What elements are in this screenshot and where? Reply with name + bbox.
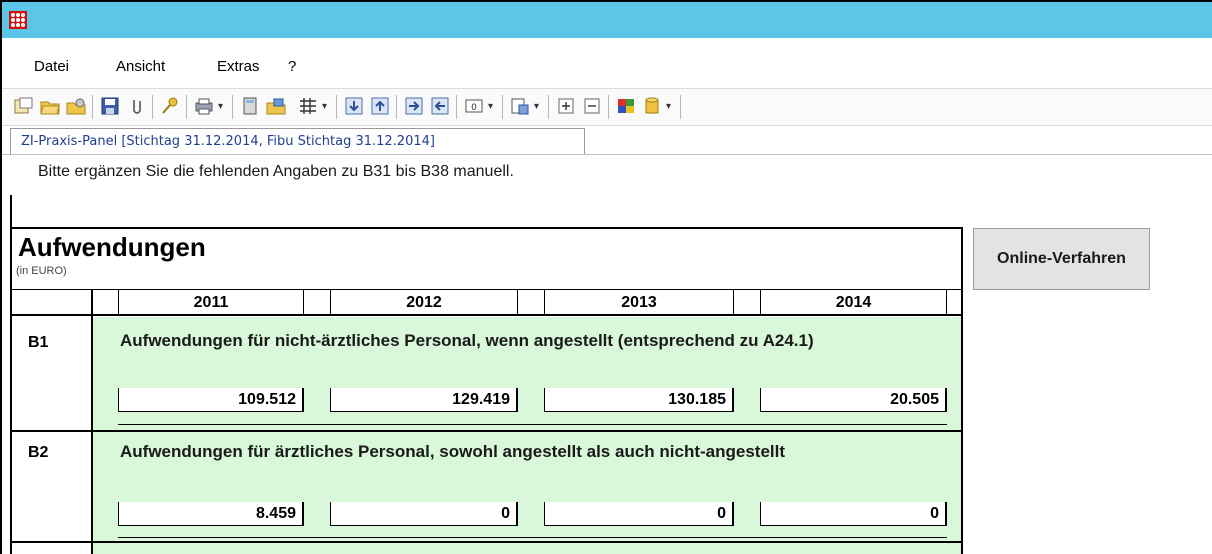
toolbar-separator xyxy=(396,95,397,119)
collapse-icon[interactable] xyxy=(582,97,602,115)
print-icon[interactable] xyxy=(194,97,214,115)
year-2012: 2012 xyxy=(406,294,442,311)
value-b2-2013[interactable]: 0 xyxy=(544,502,734,526)
row-b1-underline xyxy=(118,424,947,425)
row-b3-background xyxy=(93,543,961,554)
toolbar-separator xyxy=(608,95,609,119)
grid-icon[interactable] xyxy=(298,97,318,115)
year-2014: 2014 xyxy=(835,294,872,311)
online-verfahren-button[interactable]: Online-Verfahren xyxy=(973,228,1150,290)
folder-copy-icon[interactable] xyxy=(266,97,286,115)
row-code-b2: B2 xyxy=(28,444,49,461)
svg-text:0: 0 xyxy=(471,103,477,113)
export-dropdown-icon[interactable]: ▾ xyxy=(534,101,539,112)
value-b2-2012[interactable]: 0 xyxy=(330,502,518,526)
print-dropdown-icon[interactable]: ▾ xyxy=(218,101,223,112)
toolbar-separator xyxy=(186,95,187,119)
color-icon[interactable] xyxy=(616,97,636,115)
menu-bar: Datei Ansicht Extras ? xyxy=(2,38,1212,89)
grid-dropdown-icon[interactable]: ▾ xyxy=(322,101,327,112)
section-unit: (in EURO) xyxy=(16,265,67,277)
move-down-icon[interactable] xyxy=(344,97,364,115)
database-dropdown-icon[interactable]: ▾ xyxy=(666,101,671,112)
tab-zi-praxis-panel[interactable]: ZI-Praxis-Panel [Stichtag 31.12.2014, Fi… xyxy=(10,128,585,154)
key-icon[interactable] xyxy=(160,97,180,115)
value-b2-2014[interactable]: 0 xyxy=(760,502,947,526)
value-b1-2014[interactable]: 20.505 xyxy=(760,388,947,412)
toolbar-separator xyxy=(92,95,93,119)
move-right-icon[interactable] xyxy=(404,97,424,115)
toolbar-separator xyxy=(680,95,681,119)
new-document-icon[interactable] xyxy=(14,97,34,115)
title-bar xyxy=(2,2,1212,38)
row-text-b1: Aufwendungen für nicht-ärztliches Person… xyxy=(120,331,814,350)
toolbar-separator xyxy=(152,95,153,119)
expand-icon[interactable] xyxy=(556,97,576,115)
move-left-icon[interactable] xyxy=(430,97,450,115)
value-b1-2011[interactable]: 109.512 xyxy=(118,388,304,412)
value-b1-2013[interactable]: 130.185 xyxy=(544,388,734,412)
toolbar-separator xyxy=(336,95,337,119)
zero-field-icon[interactable]: 0 xyxy=(464,97,484,115)
toolbar-separator xyxy=(502,95,503,119)
database-icon[interactable] xyxy=(642,97,662,115)
section-title: Aufwendungen xyxy=(18,232,206,262)
app-logo-icon xyxy=(9,11,27,29)
toolbar-separator xyxy=(456,95,457,119)
calculator-icon[interactable] xyxy=(240,97,260,115)
open-folder-icon[interactable] xyxy=(40,97,60,115)
year-2011: 2011 xyxy=(193,294,229,311)
move-up-icon[interactable] xyxy=(370,97,390,115)
toolbar-separator xyxy=(232,95,233,119)
hint-message: Bitte ergänzen Sie die fehlenden Angaben… xyxy=(38,163,514,180)
value-b2-2011[interactable]: 8.459 xyxy=(118,502,304,526)
row-b2-underline xyxy=(118,537,947,538)
menu-help[interactable]: ? xyxy=(288,58,296,75)
year-2013: 2013 xyxy=(621,294,657,311)
menu-ansicht[interactable]: Ansicht xyxy=(116,58,165,75)
toolbar: ▾ ▾ 0 ▾ ▾ ▾ xyxy=(2,89,1212,126)
open-multiple-icon[interactable] xyxy=(66,97,86,115)
attachment-icon[interactable] xyxy=(126,97,146,115)
zero-dropdown-icon[interactable]: ▾ xyxy=(488,101,493,112)
menu-datei[interactable]: Datei xyxy=(34,58,69,75)
menu-extras[interactable]: Extras xyxy=(217,58,260,75)
save-icon[interactable] xyxy=(100,97,120,115)
row-code-b1: B1 xyxy=(28,334,49,351)
tab-strip: ZI-Praxis-Panel [Stichtag 31.12.2014, Fi… xyxy=(2,126,1212,155)
value-b1-2012[interactable]: 129.419 xyxy=(330,388,518,412)
toolbar-separator xyxy=(548,95,549,119)
row-text-b2: Aufwendungen für ärztliches Personal, so… xyxy=(120,442,786,461)
export-icon[interactable] xyxy=(510,97,530,115)
